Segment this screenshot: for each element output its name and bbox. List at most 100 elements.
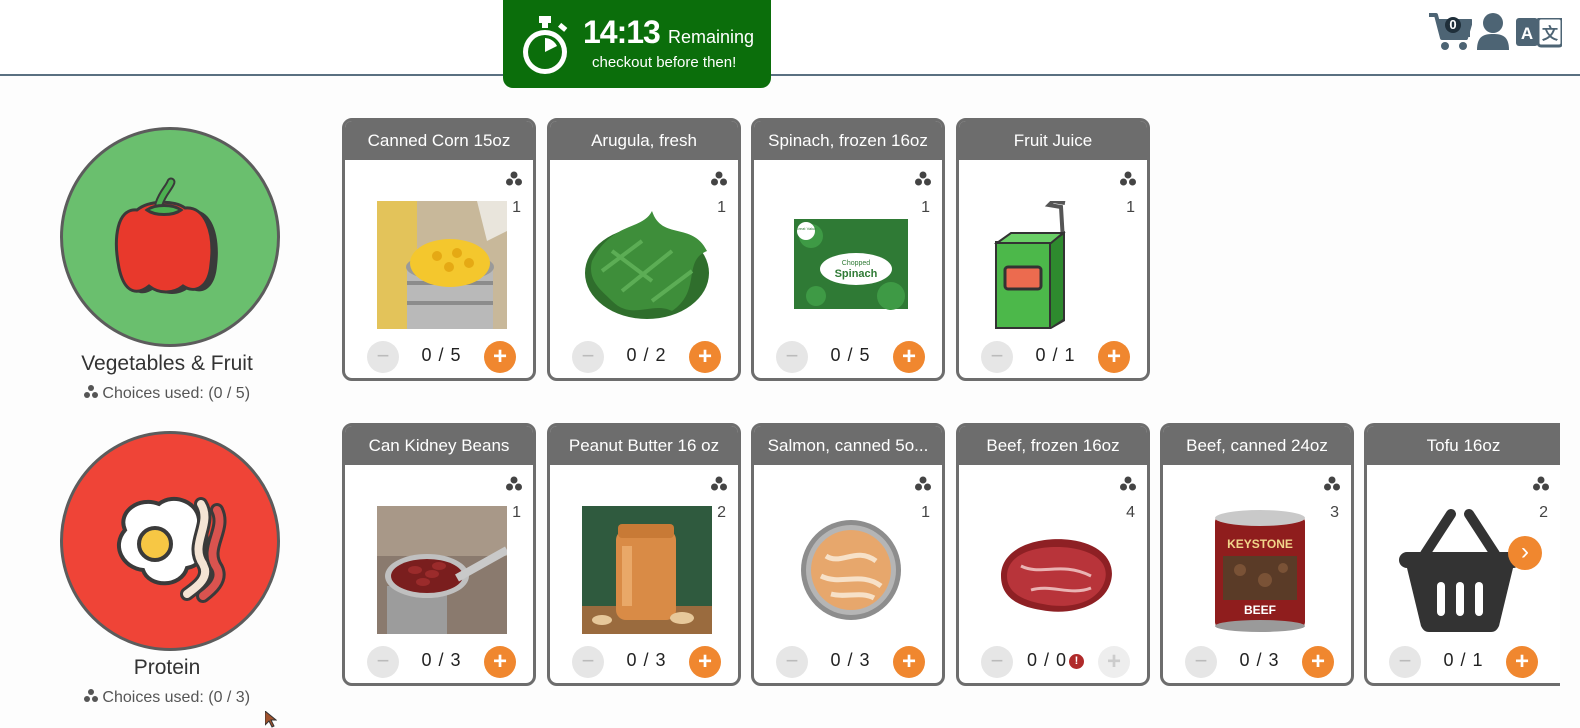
product-quantity: 0 / 1	[1443, 650, 1484, 670]
basket-icon	[1399, 509, 1521, 632]
increase-quantity-button[interactable]: +	[689, 646, 721, 678]
product-title: Beef, frozen 16oz	[959, 426, 1147, 465]
decrease-quantity-button[interactable]: −	[981, 646, 1013, 678]
decrease-quantity-button[interactable]: −	[572, 341, 604, 373]
timer-remaining-label: Remaining	[668, 27, 755, 47]
product-card-spinach[interactable]: Spinach, frozen 16oz 1 Great Value Chopp…	[751, 118, 945, 381]
decrease-quantity-button[interactable]: −	[981, 341, 1013, 373]
product-points: 1	[921, 199, 930, 216]
product-card-canned-corn[interactable]: Canned Corn 15oz 1 − 0 / 5 +	[342, 118, 536, 381]
points-icon	[711, 171, 727, 186]
product-title: Salmon, canned 5o...	[754, 426, 942, 465]
translate-icon[interactable]: A 文	[1516, 18, 1562, 48]
decrease-quantity-button[interactable]: −	[1389, 646, 1421, 678]
category-vegetables-circle[interactable]	[60, 127, 280, 347]
product-card-kidney-beans[interactable]: Can Kidney Beans 1 − 0 / 3 +	[342, 423, 536, 686]
product-card-fruit-juice[interactable]: Fruit Juice 1 − 0 / 1 +	[956, 118, 1150, 381]
stopwatch-icon	[523, 16, 568, 74]
increase-quantity-button[interactable]: +	[893, 341, 925, 373]
cart-count-badge: 0	[1445, 17, 1461, 33]
product-quantity: 0 / 0!	[1013, 650, 1098, 671]
category-choices-used: Choices used: (0 / 3)	[0, 689, 334, 707]
category-choices-used: Choices used: (0 / 5)	[0, 385, 334, 403]
bell-pepper-icon	[115, 177, 218, 294]
increase-quantity-button[interactable]: +	[484, 646, 516, 678]
points-icon	[915, 476, 931, 491]
decrease-quantity-button[interactable]: −	[776, 646, 808, 678]
product-quantity: 0 / 1	[1035, 345, 1076, 365]
increase-quantity-button[interactable]: +	[1506, 646, 1538, 678]
product-quantity: 0 / 3	[1239, 650, 1280, 670]
decrease-quantity-button[interactable]: −	[572, 646, 604, 678]
product-points: 4	[1126, 504, 1135, 521]
category-name: Vegetables & Fruit	[81, 352, 253, 375]
product-quantity: 0 / 3	[830, 650, 871, 670]
decrease-quantity-button[interactable]: −	[776, 341, 808, 373]
points-icon	[1120, 171, 1136, 186]
package-text-line1: Chopped	[842, 260, 871, 267]
product-points: 2	[717, 504, 726, 521]
product-quantity: 0 / 2	[626, 345, 667, 365]
arugula-image	[582, 201, 712, 329]
spinach-package-image: Great Value Chopped Spinach	[786, 201, 916, 329]
decrease-quantity-button[interactable]: −	[367, 646, 399, 678]
product-title: Can Kidney Beans	[345, 426, 533, 465]
increase-quantity-button[interactable]: +	[484, 341, 516, 373]
product-points: 1	[512, 199, 521, 216]
product-title: Canned Corn 15oz	[345, 121, 533, 160]
product-card-salmon[interactable]: Salmon, canned 5o... 1 − 0 / 3 +	[751, 423, 945, 686]
points-icon	[711, 476, 727, 491]
checkout-timer: 14:13 Remaining checkout before then!	[503, 0, 771, 88]
increase-quantity-button[interactable]: +	[689, 341, 721, 373]
increase-quantity-button[interactable]: +	[893, 646, 925, 678]
choices-used-text: Choices used: (0 / 5)	[102, 385, 251, 402]
product-title: Tofu 16oz	[1367, 426, 1560, 465]
product-title: Fruit Juice	[959, 121, 1147, 160]
category-name: Protein	[133, 656, 201, 679]
product-title: Arugula, fresh	[550, 121, 738, 160]
svg-text:A: A	[1521, 24, 1533, 43]
mouse-cursor-icon	[265, 711, 277, 728]
points-icon	[1120, 476, 1136, 491]
scroll-next-button[interactable]: ›	[1508, 536, 1542, 570]
peanut-butter-image	[582, 506, 712, 634]
points-icon	[506, 171, 522, 186]
top-bar	[0, 0, 1580, 76]
product-title: Spinach, frozen 16oz	[754, 121, 942, 160]
can-brand-text: KEYSTONE	[1227, 537, 1293, 551]
product-points: 1	[921, 504, 930, 521]
decrease-quantity-button[interactable]: −	[367, 341, 399, 373]
beef-can-image: KEYSTONE BEEF	[1195, 506, 1325, 634]
product-card-arugula[interactable]: Arugula, fresh 1 − 0 / 2 +	[547, 118, 741, 381]
svg-text:文: 文	[1542, 24, 1559, 43]
salmon-can-image	[786, 506, 916, 634]
product-points: 3	[1330, 504, 1339, 521]
increase-quantity-button[interactable]: +	[1098, 646, 1130, 678]
product-card-beef-frozen[interactable]: Beef, frozen 16oz 4 − 0 / 0! +	[956, 423, 1150, 686]
can-label-text: BEEF	[1244, 603, 1276, 617]
user-icon[interactable]	[1476, 12, 1510, 52]
kidney-beans-image	[377, 506, 507, 634]
product-title: Beef, canned 24oz	[1163, 426, 1351, 465]
category-protein-circle[interactable]	[60, 431, 280, 651]
points-icon	[83, 689, 98, 702]
package-text-line2: Spinach	[835, 268, 878, 280]
product-points: 1	[717, 199, 726, 216]
increase-quantity-button[interactable]: +	[1098, 341, 1130, 373]
points-icon	[83, 385, 98, 398]
decrease-quantity-button[interactable]: −	[1185, 646, 1217, 678]
product-quantity: 0 / 3	[421, 650, 462, 670]
timer-subtitle: checkout before then!	[592, 54, 737, 71]
warning-icon: !	[1069, 654, 1085, 669]
points-icon	[1533, 476, 1549, 491]
product-card-peanut-butter[interactable]: Peanut Butter 16 oz 2 − 0 / 3 +	[547, 423, 741, 686]
points-icon	[506, 476, 522, 491]
egg-bacon-icon	[117, 496, 227, 603]
product-card-beef-canned[interactable]: Beef, canned 24oz 3 KEYSTONE BEEF − 0 / …	[1160, 423, 1354, 686]
product-title: Peanut Butter 16 oz	[550, 426, 738, 465]
product-points: 1	[1126, 199, 1135, 216]
increase-quantity-button[interactable]: +	[1302, 646, 1334, 678]
product-quantity-text: 0 / 0	[1026, 650, 1068, 670]
product-points: 2	[1539, 504, 1548, 521]
package-brand: Great Value	[795, 226, 817, 231]
